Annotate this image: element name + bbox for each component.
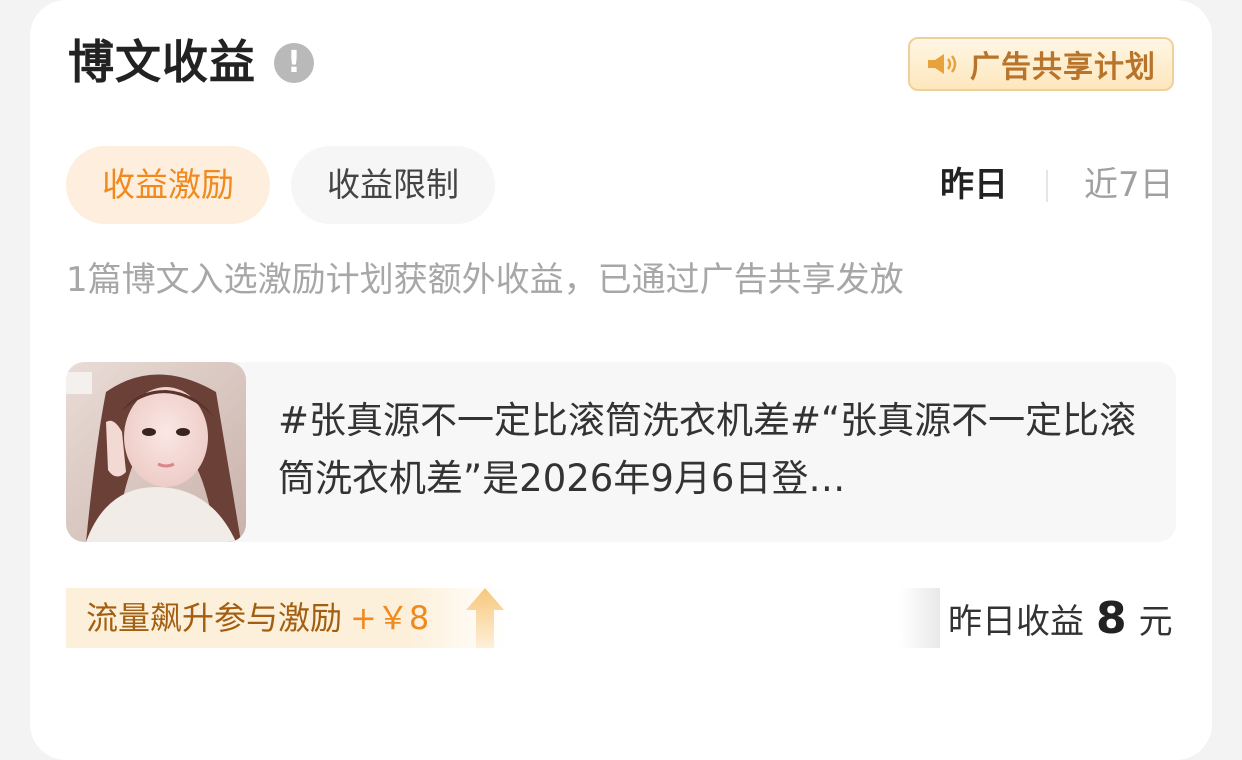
ad-badge-label: 广告共享计划 — [970, 50, 1156, 85]
boost-text: 流量飙升参与激励 +￥8 — [86, 596, 429, 640]
incentive-summary: 1篇博文入选激励计划获额外收益，已通过广告共享发放 — [66, 260, 904, 300]
speaker-icon — [928, 54, 957, 74]
period-divider — [1046, 170, 1048, 202]
earnings-unit: 元 — [1138, 601, 1173, 642]
earnings-label: 昨日收益 — [948, 601, 1084, 642]
ad-share-plan-badge[interactable]: 广告共享计划 — [908, 37, 1174, 91]
post-item[interactable]: #张真源不一定比滚筒洗衣机差#“张真源不一定比滚筒洗衣机差”是2026年9月6日… — [66, 362, 1176, 542]
yesterday-earnings: 昨日收益 8 元 — [948, 586, 1173, 650]
exclamation-circle-icon[interactable]: ! — [274, 43, 314, 83]
period-last-7-days[interactable]: 近7日 — [1084, 162, 1174, 208]
traffic-boost-incentive: 流量飙升参与激励 +￥8 — [66, 588, 506, 648]
post-excerpt: #张真源不一定比滚筒洗衣机差#“张真源不一定比滚筒洗衣机差”是2026年9月6日… — [278, 399, 1137, 500]
boost-label: 流量飙升参与激励 — [86, 599, 343, 637]
earnings-value: 8 — [1096, 592, 1127, 644]
boost-amount: +￥8 — [350, 599, 430, 637]
earnings-divider-shadow — [900, 588, 940, 648]
tab-earnings-limit[interactable]: 收益限制 — [291, 146, 495, 224]
page-title: 博文收益 — [68, 35, 256, 89]
tab-earnings-incentive[interactable]: 收益激励 — [66, 146, 270, 224]
post-thumbnail — [66, 362, 246, 542]
up-arrow-icon — [466, 588, 504, 648]
period-yesterday[interactable]: 昨日 — [940, 162, 1008, 208]
